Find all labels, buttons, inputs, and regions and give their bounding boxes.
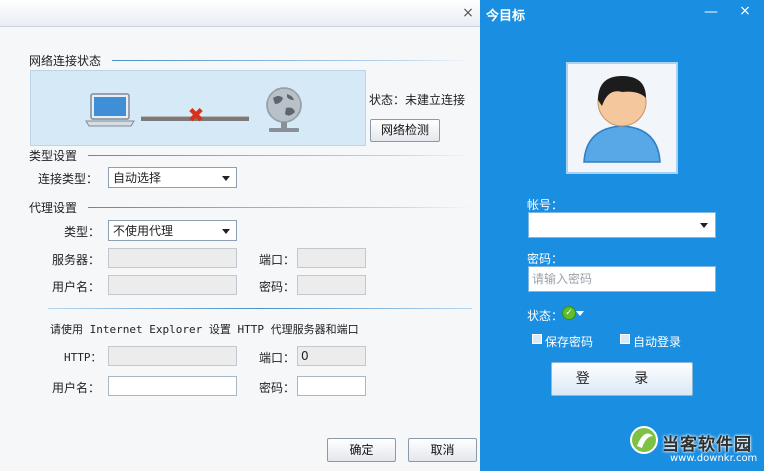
proxy-type-select[interactable]: 不使用代理 [108, 220, 237, 241]
ie-username-input[interactable] [108, 376, 237, 396]
auto-login-label: 自动登录 [633, 335, 682, 349]
password-label: 密码： [527, 252, 564, 266]
ie-proxy-note: 请使用 Internet Explorer 设置 HTTP 代理服务器和端口 [50, 323, 359, 336]
dialog-titlebar [0, 0, 480, 27]
remember-password-checkbox[interactable] [532, 334, 542, 344]
ok-button[interactable]: 确定 [327, 438, 396, 462]
proxy-type-label: 类型： [64, 225, 101, 239]
chevron-down-icon [222, 176, 230, 181]
section-divider [48, 308, 472, 309]
chevron-down-icon [222, 229, 230, 234]
network-status-title: 网络连接状态 [29, 54, 102, 68]
proxy-type-value: 不使用代理 [113, 224, 174, 238]
online-status-icon[interactable]: ✓ [562, 306, 576, 320]
avatar [566, 62, 678, 174]
section-divider [88, 155, 472, 156]
ie-password-label: 密码： [259, 381, 296, 395]
close-button[interactable]: × [736, 3, 754, 21]
watermark-text: 当客软件园 [662, 435, 752, 455]
section-divider [112, 60, 472, 61]
type-settings-title: 类型设置 [29, 149, 78, 163]
connection-type-value: 自动选择 [113, 171, 162, 185]
network-globe-icon [266, 87, 302, 132]
computer-icon [85, 93, 135, 127]
network-detect-button[interactable]: 网络检测 [370, 119, 440, 142]
auto-login-checkbox[interactable] [620, 334, 630, 344]
app-title: 今目标 [486, 9, 526, 24]
proxy-settings-title: 代理设置 [29, 201, 78, 215]
watermark-url: www.downkr.com [670, 453, 758, 464]
proxy-port-label: 端口： [259, 253, 296, 267]
proxy-password-input[interactable] [297, 275, 366, 295]
password-input[interactable]: 请输入密码 [528, 266, 716, 292]
ie-password-input[interactable] [297, 376, 366, 396]
remember-password-label: 保存密码 [545, 335, 594, 349]
ie-port-input[interactable]: 0 [297, 346, 366, 366]
status-label: 状态： [527, 309, 564, 323]
ie-username-label: 用户名： [52, 381, 101, 395]
http-input[interactable] [108, 346, 237, 366]
dialog-close-button[interactable]: × [460, 5, 476, 21]
connection-type-select[interactable]: 自动选择 [108, 167, 237, 188]
network-status-panel: ✖ [30, 70, 366, 146]
proxy-username-label: 用户名： [52, 280, 101, 294]
caret-down-icon[interactable] [576, 311, 584, 316]
disconnected-x-icon: ✖ [187, 103, 205, 127]
proxy-password-label: 密码： [259, 280, 296, 294]
account-input[interactable] [528, 212, 716, 238]
cancel-button[interactable]: 取消 [408, 438, 477, 462]
watermark-logo-icon [630, 426, 658, 454]
section-divider [88, 207, 472, 208]
minimize-button[interactable]: — [702, 4, 720, 20]
connection-type-label: 连接类型： [38, 172, 99, 186]
proxy-server-input[interactable] [108, 248, 237, 268]
ie-port-label: 端口： [259, 351, 296, 365]
proxy-server-label: 服务器： [52, 253, 101, 267]
proxy-port-input[interactable] [297, 248, 366, 268]
chevron-down-icon[interactable] [700, 223, 708, 228]
http-label: HTTP： [64, 351, 102, 364]
user-avatar-icon [583, 76, 661, 163]
account-label: 帐号： [527, 198, 564, 212]
connection-status-text: 状态：未建立连接 [369, 93, 466, 107]
login-button[interactable]: 登 录 [551, 362, 693, 396]
proxy-username-input[interactable] [108, 275, 237, 295]
